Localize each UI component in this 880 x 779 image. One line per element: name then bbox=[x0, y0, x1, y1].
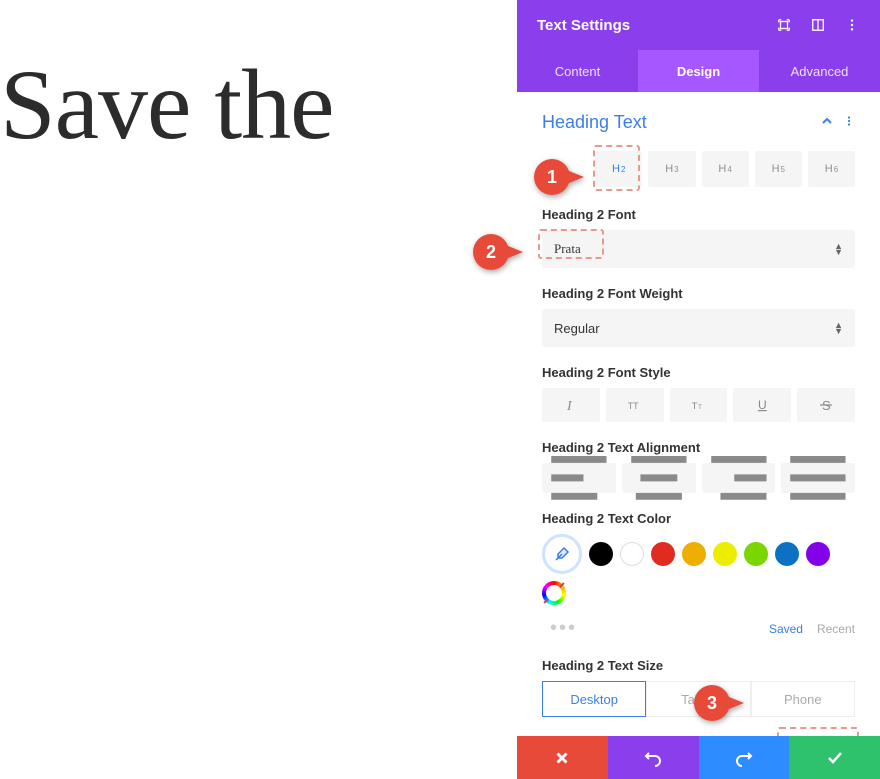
svg-text:T: T bbox=[698, 404, 702, 411]
weight-select[interactable]: Regular ▲▼ bbox=[542, 309, 855, 347]
weight-value: Regular bbox=[554, 321, 600, 336]
style-label: Heading 2 Font Style bbox=[542, 365, 855, 380]
collapse-icon[interactable] bbox=[821, 114, 833, 132]
cancel-button[interactable] bbox=[517, 736, 608, 779]
confirm-button[interactable] bbox=[789, 736, 880, 779]
eyedropper-button[interactable] bbox=[542, 534, 582, 574]
preview-area: Save the bbox=[0, 0, 517, 779]
device-tab-desktop[interactable]: Desktop bbox=[542, 681, 646, 717]
uppercase-button[interactable]: TT bbox=[606, 388, 664, 422]
size-input[interactable] bbox=[781, 735, 855, 736]
heading-level-h4[interactable]: H4 bbox=[702, 151, 749, 187]
section-more-icon[interactable] bbox=[843, 114, 855, 132]
color-label: Heading 2 Text Color bbox=[542, 511, 855, 526]
weight-label: Heading 2 Font Weight bbox=[542, 286, 855, 301]
color-tab-recent[interactable]: Recent bbox=[817, 622, 855, 636]
panel-tabs: Content Design Advanced bbox=[517, 50, 880, 92]
align-justify-button[interactable] bbox=[781, 463, 855, 493]
snap-icon[interactable] bbox=[810, 17, 826, 33]
smallcaps-button[interactable]: TT bbox=[670, 388, 728, 422]
alignment-field: Heading 2 Text Alignment bbox=[542, 440, 855, 493]
svg-text:T: T bbox=[692, 401, 698, 412]
color-tab-saved[interactable]: Saved bbox=[769, 622, 803, 636]
svg-text:TT: TT bbox=[627, 401, 638, 411]
underline-button[interactable]: U bbox=[733, 388, 791, 422]
preview-heading: Save the bbox=[0, 50, 517, 160]
heading-level-h5[interactable]: H5 bbox=[755, 151, 802, 187]
panel-header: Text Settings bbox=[517, 0, 880, 50]
more-vert-icon[interactable] bbox=[844, 17, 860, 33]
more-colors-icon[interactable]: ••• bbox=[550, 617, 577, 640]
color-swatch-orange[interactable] bbox=[682, 542, 706, 566]
callout-1: 1 bbox=[534, 159, 570, 195]
callout-2: 2 bbox=[473, 234, 509, 270]
italic-button[interactable]: I bbox=[542, 388, 600, 422]
callout-bubble: 1 bbox=[534, 159, 570, 195]
settings-panel: Text Settings Content Design Advanced He… bbox=[517, 0, 880, 779]
font-label: Heading 2 Font bbox=[542, 207, 855, 222]
callout-bubble: 2 bbox=[473, 234, 509, 270]
redo-button[interactable] bbox=[699, 736, 790, 779]
svg-text:U: U bbox=[758, 398, 767, 412]
color-swatch-green[interactable] bbox=[744, 542, 768, 566]
align-right-button[interactable] bbox=[702, 463, 776, 493]
device-tab-phone[interactable]: Phone bbox=[751, 681, 855, 717]
font-field: Heading 2 Font Prata ▲▼ bbox=[542, 207, 855, 268]
color-field: Heading 2 Text Color ••• Saved R bbox=[542, 511, 855, 640]
action-bar bbox=[517, 736, 880, 779]
font-select[interactable]: Prata ▲▼ bbox=[542, 230, 855, 268]
heading-level-h3[interactable]: H3 bbox=[648, 151, 695, 187]
select-caret-icon: ▲▼ bbox=[834, 322, 843, 335]
style-field: Heading 2 Font Style I TT TT U S bbox=[542, 365, 855, 422]
panel-title: Text Settings bbox=[537, 17, 630, 34]
weight-field: Heading 2 Font Weight Regular ▲▼ bbox=[542, 286, 855, 347]
color-swatch-blue[interactable] bbox=[775, 542, 799, 566]
color-swatch-purple[interactable] bbox=[806, 542, 830, 566]
select-caret-icon: ▲▼ bbox=[834, 243, 843, 256]
color-swatch-black[interactable] bbox=[589, 542, 613, 566]
align-center-button[interactable] bbox=[622, 463, 696, 493]
expand-icon[interactable] bbox=[776, 17, 792, 33]
svg-text:I: I bbox=[566, 399, 573, 413]
tab-content[interactable]: Content bbox=[517, 50, 638, 92]
color-swatch-yellow[interactable] bbox=[713, 542, 737, 566]
color-swatch-none[interactable] bbox=[542, 581, 566, 605]
header-actions bbox=[776, 17, 860, 33]
section-header: Heading Text bbox=[542, 112, 855, 133]
callout-bubble: 3 bbox=[694, 685, 730, 721]
panel-body: Heading Text H1 H2 H3 H4 H5 H6 Heading 2… bbox=[517, 92, 880, 736]
font-value: Prata bbox=[554, 241, 581, 257]
align-left-button[interactable] bbox=[542, 463, 616, 493]
tab-design[interactable]: Design bbox=[638, 50, 759, 92]
color-swatch-red[interactable] bbox=[651, 542, 675, 566]
undo-button[interactable] bbox=[608, 736, 699, 779]
heading-level-selector: H1 H2 H3 H4 H5 H6 bbox=[542, 151, 855, 187]
tab-advanced[interactable]: Advanced bbox=[759, 50, 880, 92]
strikethrough-button[interactable]: S bbox=[797, 388, 855, 422]
size-label: Heading 2 Text Size bbox=[542, 658, 855, 673]
heading-level-h2[interactable]: H2 bbox=[595, 151, 642, 187]
callout-3: 3 bbox=[694, 685, 730, 721]
heading-level-h6[interactable]: H6 bbox=[808, 151, 855, 187]
color-swatch-white[interactable] bbox=[620, 542, 644, 566]
section-title: Heading Text bbox=[542, 112, 647, 133]
